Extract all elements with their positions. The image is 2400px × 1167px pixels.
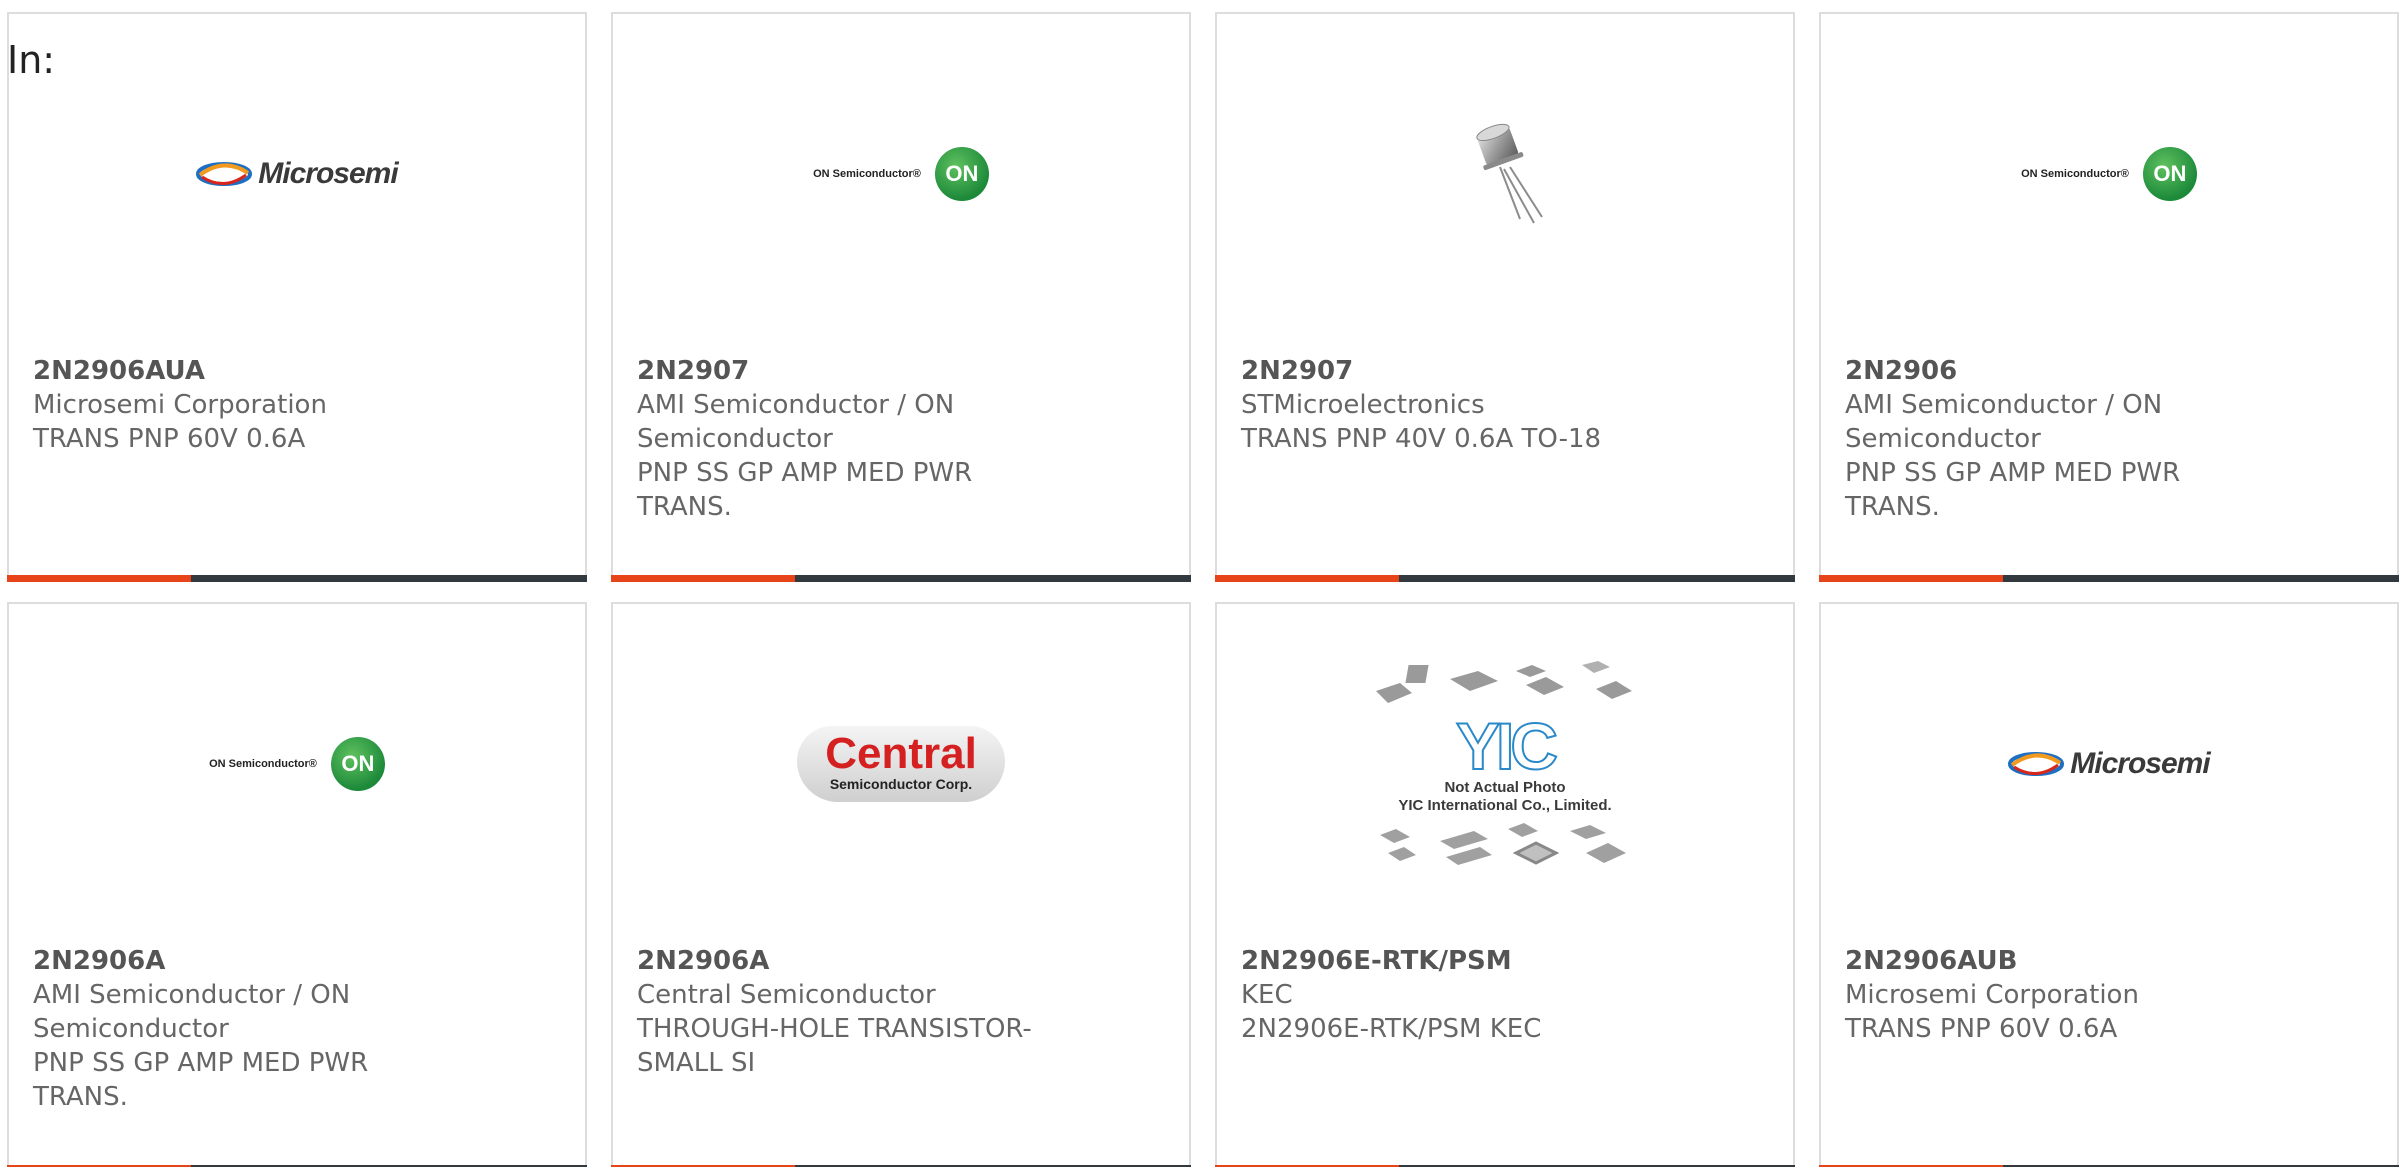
on-logo-icon: ON bbox=[330, 737, 385, 791]
card-accent-bar bbox=[611, 575, 795, 582]
product-text: 2N2906AUA Microsemi Corporation TRANS PN… bbox=[33, 354, 453, 456]
product-description: TRANS PNP 60V 0.6A bbox=[1845, 1014, 2118, 1044]
product-image[interactable]: Microsemi bbox=[1821, 644, 2397, 884]
product-card[interactable]: YIC Not Actual Photo YIC International C… bbox=[1215, 602, 1795, 1167]
part-number-link[interactable]: 2N2906E-RTK/PSM bbox=[1241, 944, 1661, 978]
card-bottom-bar bbox=[1819, 575, 2399, 582]
product-text: 2N2906A AMI Semiconductor / ON Semicondu… bbox=[33, 944, 453, 1114]
yic-placeholder-image: YIC Not Actual Photo YIC International C… bbox=[1370, 657, 1640, 871]
manufacturer-name: Central Semiconductor bbox=[637, 980, 936, 1010]
manufacturer-name: KEC bbox=[1241, 980, 1293, 1010]
product-image[interactable]: Microsemi bbox=[9, 54, 585, 294]
product-card[interactable]: Microsemi 2N2906AUB Microsemi Corporatio… bbox=[1819, 602, 2399, 1167]
part-number-link[interactable]: 2N2907 bbox=[637, 354, 1057, 388]
card-accent-bar bbox=[7, 575, 191, 582]
card-accent-bar bbox=[1215, 575, 1399, 582]
manufacturer-name: AMI Semiconductor / ON Semiconductor bbox=[33, 980, 351, 1044]
card-bottom-bar bbox=[1215, 575, 1795, 582]
product-description: PNP SS GP AMP MED PWR TRANS. bbox=[1845, 458, 2181, 522]
yic-logo: YIC bbox=[1455, 709, 1559, 783]
product-text: 2N2906A Central Semiconductor THROUGH-HO… bbox=[637, 944, 1057, 1080]
product-description: THROUGH-HOLE TRANSISTOR-SMALL SI bbox=[637, 1014, 1032, 1078]
product-card[interactable]: ON Semiconductor® ON 2N2906 AMI Semicond… bbox=[1819, 12, 2399, 582]
part-number-link[interactable]: 2N2906A bbox=[33, 944, 453, 978]
product-card[interactable]: 2N2907 STMicroelectronics TRANS PNP 40V … bbox=[1215, 12, 1795, 582]
product-image[interactable]: ON Semiconductor® ON bbox=[1821, 54, 2397, 294]
part-number-link[interactable]: 2N2906AUA bbox=[33, 354, 453, 388]
manufacturer-name: Microsemi Corporation bbox=[1845, 980, 2139, 1010]
product-text: 2N2906AUB Microsemi Corporation TRANS PN… bbox=[1845, 944, 2265, 1046]
manufacturer-name: STMicroelectronics bbox=[1241, 390, 1485, 420]
product-image[interactable] bbox=[1217, 54, 1793, 294]
product-image[interactable]: ON Semiconductor® ON bbox=[613, 54, 1189, 294]
microsemi-logo: Microsemi bbox=[196, 157, 399, 191]
product-card[interactable]: Microsemi 2N2906AUA Microsemi Corporatio… bbox=[7, 12, 587, 582]
in-filter-label: In: bbox=[7, 38, 56, 82]
product-card[interactable]: ON Semiconductor® ON 2N2906A AMI Semicon… bbox=[7, 602, 587, 1167]
product-description: TRANS PNP 40V 0.6A TO-18 bbox=[1241, 424, 1602, 454]
transistor-photo-icon bbox=[1476, 123, 1543, 224]
manufacturer-name: AMI Semiconductor / ON Semiconductor bbox=[1845, 390, 2163, 454]
product-text: 2N2907 STMicroelectronics TRANS PNP 40V … bbox=[1241, 354, 1661, 456]
on-semiconductor-logo: ON Semiconductor® ON bbox=[209, 737, 385, 791]
chip-packages-icon bbox=[1380, 823, 1626, 865]
product-description: PNP SS GP AMP MED PWR TRANS. bbox=[33, 1048, 369, 1112]
part-number-link[interactable]: 2N2907 bbox=[1241, 354, 1661, 388]
chip-packages-icon bbox=[1376, 661, 1632, 703]
microsemi-logo: Microsemi bbox=[2008, 747, 2211, 781]
card-bottom-bar bbox=[611, 575, 1191, 582]
on-logo-icon: ON bbox=[2142, 147, 2197, 201]
on-logo-icon: ON bbox=[934, 147, 989, 201]
product-description: 2N2906E-RTK/PSM KEC bbox=[1241, 1014, 1542, 1044]
microsemi-swirl-icon bbox=[196, 162, 253, 186]
product-card[interactable]: Central Semiconductor Corp. 2N2906A Cent… bbox=[611, 602, 1191, 1167]
product-grid: Microsemi 2N2906AUA Microsemi Corporatio… bbox=[7, 12, 2399, 1167]
product-text: 2N2906E-RTK/PSM KEC 2N2906E-RTK/PSM KEC bbox=[1241, 944, 1661, 1046]
product-image[interactable]: ON Semiconductor® ON bbox=[9, 644, 585, 884]
product-image[interactable]: YIC Not Actual Photo YIC International C… bbox=[1217, 644, 1793, 884]
product-description: PNP SS GP AMP MED PWR TRANS. bbox=[637, 458, 973, 522]
microsemi-swirl-icon bbox=[2008, 752, 2065, 776]
on-semiconductor-logo: ON Semiconductor® ON bbox=[2021, 147, 2197, 201]
card-accent-bar bbox=[1819, 575, 2003, 582]
product-card[interactable]: ON Semiconductor® ON 2N2907 AMI Semicond… bbox=[611, 12, 1191, 582]
part-number-link[interactable]: 2N2906AUB bbox=[1845, 944, 2265, 978]
product-image[interactable]: Central Semiconductor Corp. bbox=[613, 644, 1189, 884]
product-text: 2N2907 AMI Semiconductor / ON Semiconduc… bbox=[637, 354, 1057, 524]
product-text: 2N2906 AMI Semiconductor / ON Semiconduc… bbox=[1845, 354, 2265, 524]
on-semiconductor-logo: ON Semiconductor® ON bbox=[813, 147, 989, 201]
manufacturer-name: AMI Semiconductor / ON Semiconductor bbox=[637, 390, 955, 454]
part-number-link[interactable]: 2N2906 bbox=[1845, 354, 2265, 388]
central-semiconductor-logo: Central Semiconductor Corp. bbox=[797, 726, 1005, 802]
yic-company-text: YIC International Co., Limited. bbox=[1398, 797, 1612, 814]
not-actual-photo-text: Not Actual Photo bbox=[1444, 779, 1566, 796]
product-description: TRANS PNP 60V 0.6A bbox=[33, 424, 306, 454]
part-number-link[interactable]: 2N2906A bbox=[637, 944, 1057, 978]
product-results-page: In: Microsemi 2N2906AUA Microsemi Corpor… bbox=[0, 0, 2400, 1167]
manufacturer-name: Microsemi Corporation bbox=[33, 390, 327, 420]
card-bottom-bar bbox=[7, 575, 587, 582]
